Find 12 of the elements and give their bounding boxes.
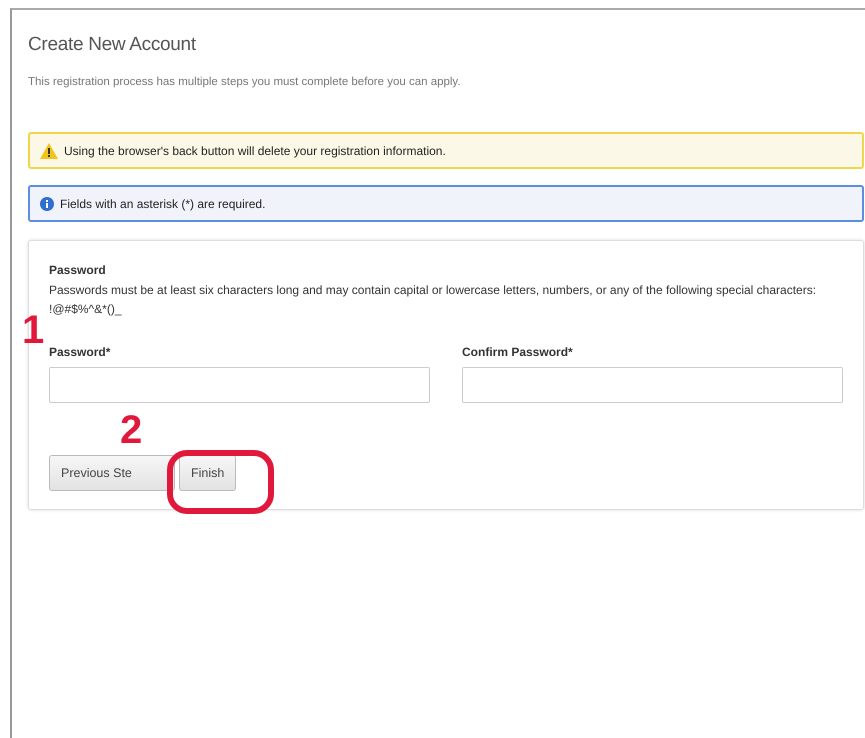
page-title: Create New Account (28, 34, 197, 56)
section-description: Passwords must be at least six characters long and may contain capital or lowercase letters, numbers, or any of the following special characters: !@#$%^&*()_ (49, 282, 818, 318)
alert-text: Using the browser's back button will delete your registration information. (64, 144, 446, 158)
previous-step-button[interactable]: Previous Ste (49, 455, 175, 491)
step-number: 2 (120, 410, 142, 450)
field-label: Confirm Password* (462, 345, 574, 359)
finish-button[interactable]: Finish (179, 455, 236, 491)
alert-text: Fields with an asterisk (*) are required. (60, 196, 266, 210)
field-label: Password* (49, 345, 112, 359)
step-number: 1 (22, 310, 44, 350)
section-heading: Password (49, 263, 107, 277)
page-subtitle: This registration process has multiple steps you must complete before you can apply. (28, 76, 462, 88)
